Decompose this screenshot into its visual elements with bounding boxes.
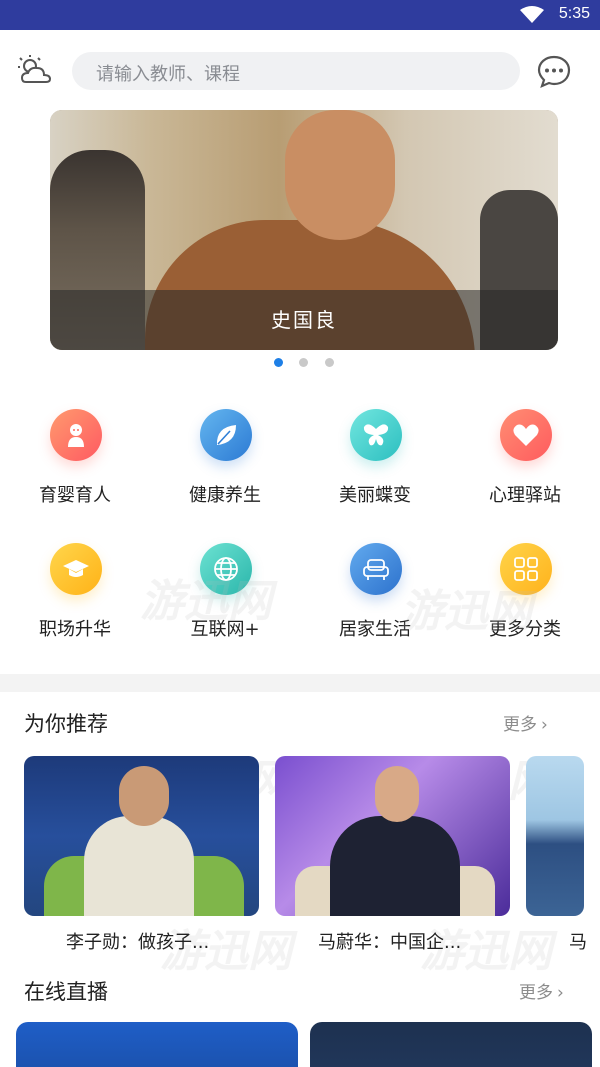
globe-icon	[214, 557, 238, 581]
weather-icon[interactable]	[16, 54, 56, 86]
live-card-thumbnail[interactable]	[310, 1022, 592, 1067]
more-label: 更多	[519, 983, 553, 1003]
live-title: 在线直播	[24, 980, 108, 1004]
section-divider	[0, 674, 600, 692]
category-label: 美丽蝶变	[339, 485, 411, 506]
thumbnail-figure	[119, 766, 169, 826]
butterfly-icon	[363, 424, 389, 446]
category-beauty[interactable]: 美丽蝶变	[300, 395, 450, 515]
category-icon-bg	[500, 543, 552, 595]
category-psychology[interactable]: 心理驿站	[450, 395, 600, 515]
heart-icon	[513, 424, 539, 446]
sofa-icon	[363, 559, 389, 580]
thumbnail-figure	[330, 816, 460, 916]
live-card-thumbnail[interactable]	[16, 1022, 298, 1067]
category-grid: 育婴育人 健康养生 美丽蝶变 心理驿站 职场升华 互联网+ 居家生活 更多分类	[0, 395, 600, 655]
category-label: 心理驿站	[489, 485, 561, 506]
chevron-right-icon: ›	[541, 715, 548, 735]
category-label: 互联网+	[190, 619, 260, 640]
recommend-title: 为你推荐	[24, 712, 108, 736]
live-more-link[interactable]: 更多 ›	[519, 978, 564, 1003]
banner-carousel[interactable]: 史国良	[50, 110, 558, 350]
wifi-icon	[520, 6, 544, 23]
category-internet[interactable]: 互联网+	[150, 529, 300, 649]
leaf-icon	[216, 425, 236, 445]
carousel-indicator	[0, 356, 600, 370]
baby-icon	[68, 424, 84, 447]
grid-apps-icon	[514, 557, 538, 581]
recommend-card-title[interactable]: 马蔚华：中国企...	[318, 928, 461, 954]
message-icon[interactable]	[537, 54, 571, 88]
carousel-dot[interactable]	[299, 358, 308, 367]
category-label: 育婴育人	[39, 485, 111, 506]
recommend-card-title[interactable]: 马	[569, 928, 587, 954]
category-parenting[interactable]: 育婴育人	[0, 395, 150, 515]
recommend-card-thumbnail[interactable]	[24, 756, 259, 916]
recommend-card-title[interactable]: 李子勋：做孩子...	[66, 928, 209, 954]
graduation-cap-icon	[63, 560, 89, 577]
thumbnail-figure	[375, 766, 419, 822]
carousel-dot[interactable]	[325, 358, 334, 367]
category-home-life[interactable]: 居家生活	[300, 529, 450, 649]
category-icon-bg	[50, 409, 102, 461]
banner-photo-figure	[285, 110, 395, 240]
recommend-card-thumbnail[interactable]	[275, 756, 510, 916]
category-label: 居家生活	[339, 619, 411, 640]
banner-caption: 史国良	[271, 308, 337, 332]
category-icon-bg	[350, 543, 402, 595]
status-time: 5:35	[558, 5, 590, 22]
recommend-card-thumbnail[interactable]	[526, 756, 584, 916]
category-more[interactable]: 更多分类	[450, 529, 600, 649]
category-icon-bg	[50, 543, 102, 595]
search-placeholder: 请输入教师、课程	[96, 64, 240, 85]
category-label: 职场升华	[39, 619, 111, 640]
category-icon-bg	[200, 543, 252, 595]
header: 请输入教师、课程	[0, 30, 600, 110]
category-icon-bg	[200, 409, 252, 461]
category-health[interactable]: 健康养生	[150, 395, 300, 515]
recommend-more-link[interactable]: 更多 ›	[503, 710, 548, 735]
category-label: 更多分类	[489, 619, 561, 640]
more-label: 更多	[503, 715, 537, 735]
carousel-dot[interactable]	[274, 358, 283, 367]
thumbnail-figure	[84, 816, 194, 916]
chevron-right-icon: ›	[557, 983, 564, 1003]
category-icon-bg	[500, 409, 552, 461]
category-icon-bg	[350, 409, 402, 461]
category-career[interactable]: 职场升华	[0, 529, 150, 649]
search-input[interactable]: 请输入教师、课程	[72, 52, 520, 90]
category-label: 健康养生	[189, 485, 261, 506]
status-bar: 5:35	[0, 0, 600, 30]
